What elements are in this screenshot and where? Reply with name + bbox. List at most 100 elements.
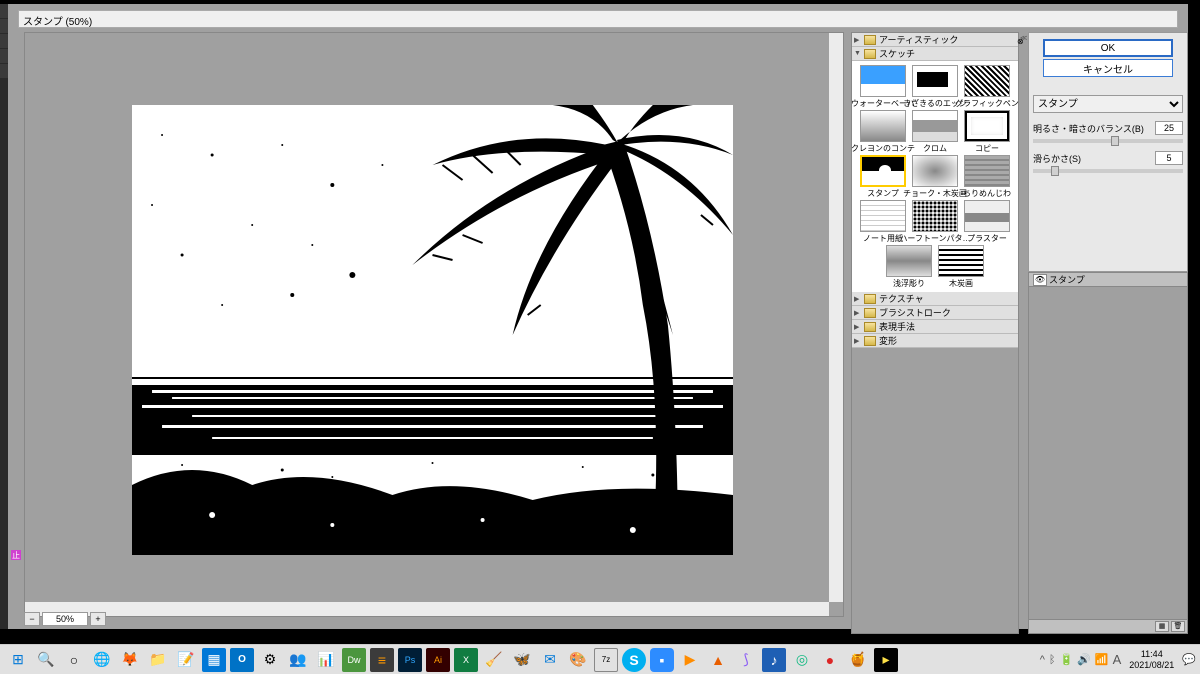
app-green-icon[interactable]: ◎ [790, 648, 814, 672]
settings-icon[interactable]: ⚙ [258, 648, 282, 672]
filter-thumb[interactable]: クレヨンのコンテ [858, 110, 908, 153]
vlc-icon[interactable]: ▲ [706, 648, 730, 672]
expand-toggle-icon[interactable]: ⊗ [1017, 37, 1024, 46]
cortana-icon[interactable]: ○ [62, 648, 86, 672]
balance-slider[interactable] [1033, 139, 1183, 143]
skype-icon[interactable]: S [622, 648, 646, 672]
ime-a-icon[interactable]: A [1113, 652, 1122, 667]
notification-icon[interactable]: 💬 [1182, 653, 1196, 666]
category-sketch[interactable]: ▼ スケッチ [852, 47, 1018, 61]
layer-footer: ▦ 🗑 [1029, 619, 1187, 633]
filter-thumb[interactable]: プラスター [962, 200, 1012, 243]
zoom-out-button[interactable]: − [24, 612, 40, 626]
zoom-input[interactable] [42, 612, 88, 626]
layer-row[interactable]: 👁 スタンプ [1029, 273, 1187, 287]
paint-icon[interactable]: 🎨 [566, 648, 590, 672]
filter-thumb[interactable]: スタンプ [858, 155, 908, 198]
filter-category-panel: ▶ アーティスティック ▼ スケッチ ウォーターベーパきざきるのエッジグラフィッ… [851, 32, 1019, 634]
dreamweaver-icon[interactable]: Dw [342, 648, 366, 672]
sublime-icon[interactable]: ≡ [370, 648, 394, 672]
app-purple-icon[interactable]: ⟆ [734, 648, 758, 672]
folder-icon [864, 49, 876, 59]
ok-button[interactable]: OK [1043, 39, 1173, 57]
zoom-in-button[interactable]: + [90, 612, 106, 626]
delete-layer-button[interactable]: 🗑 [1171, 621, 1185, 632]
thumb-label: チョーク・木炭画 [903, 188, 967, 198]
filter-thumb[interactable]: クロム [910, 110, 960, 153]
preview-hscroll[interactable] [25, 602, 829, 616]
preview-canvas[interactable] [27, 35, 829, 602]
terminal-icon[interactable]: ▸ [874, 648, 898, 672]
slider-thumb[interactable] [1051, 166, 1059, 176]
folder-icon [864, 308, 876, 318]
balance-slider-row: 明るさ・暗さのバランス(B) [1033, 121, 1183, 143]
chevron-right-icon: ▶ [854, 337, 864, 345]
illustrator-icon[interactable]: Ai [426, 648, 450, 672]
firefox-icon[interactable]: 🦊 [118, 648, 142, 672]
eye-icon[interactable]: 👁 [1033, 274, 1047, 286]
zoom-icon[interactable]: ▪ [650, 648, 674, 672]
search-icon[interactable]: 🔍 [34, 648, 58, 672]
preview-vscroll[interactable] [829, 33, 843, 602]
balance-input[interactable] [1155, 121, 1183, 135]
filter-thumb[interactable]: きざきるのエッジ [910, 65, 960, 108]
media-icon[interactable]: ▶ [678, 648, 702, 672]
photos-icon[interactable]: ▦ [202, 648, 226, 672]
music-icon[interactable]: ♪ [762, 648, 786, 672]
balance-label: 明るさ・暗さのバランス(B) [1033, 122, 1144, 135]
explorer-icon[interactable]: 📁 [146, 648, 170, 672]
wifi-icon[interactable]: 📶 [1095, 653, 1109, 666]
dialog-title: スタンプ (50%) [18, 10, 1178, 28]
clock[interactable]: 11:44 2021/08/21 [1125, 649, 1178, 671]
thumb-image [860, 200, 906, 232]
tray-chevron-icon[interactable]: ^ [1040, 654, 1045, 666]
eraser-icon[interactable]: 🧹 [482, 648, 506, 672]
notepad-icon[interactable]: 📝 [174, 648, 198, 672]
new-layer-button[interactable]: ▦ [1155, 621, 1169, 632]
category-distort[interactable]: ▶ 変形 [852, 334, 1018, 348]
filter-thumb[interactable]: チョーク・木炭画 [910, 155, 960, 198]
category-texture[interactable]: ▶ テクスチャ [852, 292, 1018, 306]
excel-icon[interactable]: X [454, 648, 478, 672]
filter-thumb[interactable]: ウォーターベーパ [858, 65, 908, 108]
slider-thumb[interactable] [1111, 136, 1119, 146]
smooth-slider[interactable] [1033, 169, 1183, 173]
teams-icon[interactable]: 👥 [286, 648, 310, 672]
clock-time: 11:44 [1129, 649, 1174, 660]
battery-icon[interactable]: 🔋 [1059, 653, 1073, 666]
filter-thumb[interactable]: ハーフトーンパタ… [910, 200, 960, 243]
category-brush[interactable]: ▶ ブラシストローク [852, 306, 1018, 320]
filter-thumb[interactable]: コピー [962, 110, 1012, 153]
app-yellow-icon[interactable]: 🍯 [846, 648, 870, 672]
record-icon[interactable]: ● [818, 648, 842, 672]
category-label: アーティスティック [879, 33, 958, 46]
thumb-image [860, 155, 906, 187]
thumb-label: ちりめんじわ [963, 188, 1011, 198]
category-artistic[interactable]: ▶ アーティスティック [852, 33, 1018, 47]
thumb-label: クロム [923, 143, 947, 153]
outlook-icon[interactable]: O [230, 648, 254, 672]
category-label: 表現手法 [879, 320, 915, 333]
start-button[interactable]: ⊞ [6, 648, 30, 672]
chrome-icon[interactable]: 🌐 [90, 648, 114, 672]
filter-thumb[interactable]: 浅浮彫り [884, 245, 934, 288]
cancel-button[interactable]: キャンセル [1043, 59, 1173, 77]
filter-select[interactable]: スタンプ [1033, 95, 1183, 113]
filter-thumb[interactable]: ちりめんじわ [962, 155, 1012, 198]
bluetooth-icon[interactable]: ᛒ [1049, 654, 1056, 666]
mail-icon[interactable]: ✉ [538, 648, 562, 672]
butterfly-icon[interactable]: 🦋 [510, 648, 534, 672]
filter-thumb[interactable]: グラフィックペン [962, 65, 1012, 108]
filter-thumb[interactable]: 木炭画 [936, 245, 986, 288]
7zip-icon[interactable]: 7z [594, 648, 618, 672]
taskmgr-icon[interactable]: 📊 [314, 648, 338, 672]
photoshop-icon[interactable]: Ps [398, 648, 422, 672]
thumb-label: クレヨンのコンテ [851, 143, 915, 153]
ime-indicator[interactable]: 止 [11, 550, 21, 560]
smooth-input[interactable] [1155, 151, 1183, 165]
thumb-label: コピー [975, 143, 999, 153]
thumb-image [912, 155, 958, 187]
volume-icon[interactable]: 🔊 [1077, 653, 1091, 666]
category-express[interactable]: ▶ 表現手法 [852, 320, 1018, 334]
taskbar: ⊞ 🔍 ○ 🌐 🦊 📁 📝 ▦ O ⚙ 👥 📊 Dw ≡ Ps Ai X 🧹 🦋… [0, 644, 1200, 674]
